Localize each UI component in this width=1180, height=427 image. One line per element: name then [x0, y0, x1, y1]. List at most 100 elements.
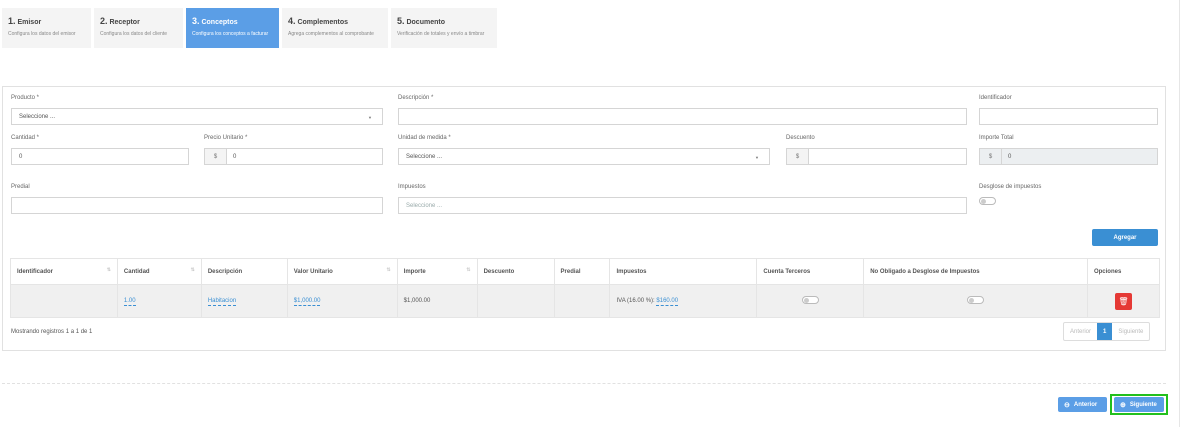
cell-predial: [553, 284, 611, 318]
col-label: Cuenta Terceros: [763, 268, 811, 275]
precio-label: Precio Unitario *: [204, 135, 248, 141]
step-subtitle: Configura los conceptos a facturar: [192, 31, 269, 37]
cantidad-value: 0: [19, 153, 23, 160]
col-label: Impuestos: [616, 268, 647, 275]
cell-identificador: [10, 284, 118, 318]
trash-icon[interactable]: 🗑: [1114, 292, 1132, 310]
col-predial[interactable]: Predial: [553, 258, 611, 285]
pagination-next[interactable]: Siguiente: [1112, 323, 1149, 340]
cell-cantidad: 1.00: [116, 284, 202, 318]
divider: [2, 383, 1166, 384]
cell-impuestos: IVA (16.00 %): $160.00: [609, 284, 758, 318]
sort-icon: ⇅: [106, 267, 111, 273]
step-number: 2.: [100, 16, 108, 26]
importe-value: 0: [1008, 153, 1012, 160]
agregar-button[interactable]: Agregar: [1092, 229, 1158, 246]
cell-importe: $1,000.00: [396, 284, 478, 318]
identificador-input[interactable]: [979, 108, 1158, 125]
step-title: Documento: [406, 19, 445, 26]
cuenta-terceros-toggle[interactable]: [801, 296, 819, 304]
descripcion-label: Descripción *: [398, 95, 434, 101]
col-no-obligado[interactable]: No Obligado a Desglose de Impuestos: [863, 258, 1088, 285]
descuento-label: Descuento: [786, 135, 815, 141]
col-identificador[interactable]: Identificador ⇅: [10, 258, 118, 285]
cantidad-input[interactable]: 0: [11, 148, 189, 165]
step-emisor[interactable]: 1. Emisor Configura los datos del emisor: [2, 8, 91, 48]
unidad-label: Unidad de medida *: [398, 135, 451, 141]
predial-label: Predial: [11, 184, 30, 190]
cell-descuento: [476, 284, 555, 318]
siguiente-button[interactable]: ⊕ Siguiente: [1114, 397, 1164, 412]
step-title: Receptor: [109, 19, 140, 26]
impuestos-editable[interactable]: $160.00: [656, 298, 679, 306]
descripcion-input[interactable]: [398, 108, 967, 125]
dollar-prefix: $: [787, 149, 809, 164]
cantidad-editable[interactable]: 1.00: [123, 298, 136, 306]
cell-no-obligado: [863, 284, 1088, 318]
unidad-select[interactable]: Seleccione ... ▼: [398, 148, 770, 165]
pagination-page-1[interactable]: 1: [1097, 323, 1113, 340]
impuestos-placeholder: Seleccione ...: [406, 202, 443, 209]
step-complementos[interactable]: 4. Complementos Agrega complementos al c…: [282, 8, 388, 48]
step-title: Emisor: [17, 19, 42, 26]
cell-valor-unitario: $1,000.00: [286, 284, 398, 318]
producto-select[interactable]: Seleccione ... ▼: [11, 108, 383, 125]
precio-value: 0: [233, 153, 237, 160]
arrow-left-circle-icon: ⊖: [1064, 401, 1070, 409]
table-header-row: Identificador ⇅ Cantidad ⇅ Descripción Val…: [10, 258, 1161, 285]
col-importe[interactable]: Importe ⇅: [396, 258, 478, 285]
step-number: 1.: [8, 16, 16, 26]
importe-label: Importe Total: [979, 135, 1014, 141]
cantidad-label: Cantidad *: [11, 135, 40, 141]
sort-icon: ⇅: [386, 267, 391, 273]
chevron-down-icon: ▼: [755, 155, 759, 160]
table-row: 1.00 Habitacion $1,000.00 $1,000.00 IVA …: [10, 284, 1161, 318]
anterior-label: Anterior: [1073, 401, 1098, 408]
col-label: Identificador: [17, 268, 54, 275]
cell-descripcion: Habitacion: [200, 284, 288, 318]
col-label: No Obligado a Desglose de Impuestos: [870, 268, 980, 275]
col-cuenta-terceros[interactable]: Cuenta Terceros: [756, 258, 865, 285]
col-opciones: Opciones: [1086, 258, 1161, 285]
chevron-down-icon: ▼: [368, 115, 372, 120]
step-title: Complementos: [297, 19, 349, 26]
anterior-button[interactable]: ⊖ Anterior: [1058, 397, 1107, 412]
pagination-prev[interactable]: Anterior: [1064, 323, 1097, 340]
desglose-toggle[interactable]: [979, 197, 996, 205]
arrow-right-circle-icon: ⊕: [1120, 401, 1126, 409]
records-info: Mostrando registros 1 a 1 de 1: [11, 329, 93, 335]
predial-input[interactable]: [11, 197, 383, 214]
step-subtitle: Agrega complementos al comprobante: [288, 31, 374, 37]
step-documento[interactable]: 5. Documento Verificación de totales y e…: [391, 8, 497, 48]
col-descripcion[interactable]: Descripción: [200, 258, 288, 285]
step-conceptos[interactable]: 3. Conceptos Configura los conceptos a f…: [186, 8, 279, 48]
identificador-label: Identificador: [979, 95, 1012, 101]
descuento-input[interactable]: $: [786, 148, 967, 165]
col-cantidad[interactable]: Cantidad ⇅: [116, 258, 202, 285]
col-label: Opciones: [1093, 268, 1122, 275]
col-impuestos[interactable]: Impuestos: [609, 258, 758, 285]
step-receptor[interactable]: 2. Receptor Configura los datos del clie…: [94, 8, 183, 48]
descripcion-editable[interactable]: Habitacion: [207, 298, 237, 306]
sort-icon: ⇅: [466, 267, 471, 273]
valor-unitario-editable[interactable]: $1,000.00: [293, 298, 321, 306]
col-label: Cantidad: [123, 268, 150, 275]
step-number: 5.: [397, 16, 405, 26]
dollar-prefix: $: [980, 149, 1002, 164]
impuestos-prefix: IVA (16.00 %):: [616, 298, 655, 304]
col-descuento[interactable]: Descuento: [476, 258, 555, 285]
impuestos-label: Impuestos: [398, 184, 426, 190]
col-label: Valor Unitario: [293, 268, 333, 275]
col-valor-unitario[interactable]: Valor Unitario ⇅: [286, 258, 398, 285]
step-subtitle: Verificación de totales y envío a timbra…: [397, 31, 485, 37]
precio-input[interactable]: $ 0: [204, 148, 383, 165]
pagination: Anterior 1 Siguiente: [1063, 322, 1151, 341]
no-obligado-toggle[interactable]: [967, 296, 985, 304]
producto-select-value: Seleccione ...: [19, 113, 56, 120]
invoice-wizard-page: 1. Emisor Configura los datos del emisor…: [0, 0, 1180, 427]
impuestos-multiselect[interactable]: Seleccione ...: [398, 197, 967, 214]
step-number: 4.: [288, 16, 296, 26]
concepts-panel: Producto * Seleccione ... ▼ Descripción …: [2, 86, 1166, 351]
unidad-select-value: Seleccione ...: [406, 153, 443, 160]
importe-total-input: $ 0: [979, 148, 1158, 165]
